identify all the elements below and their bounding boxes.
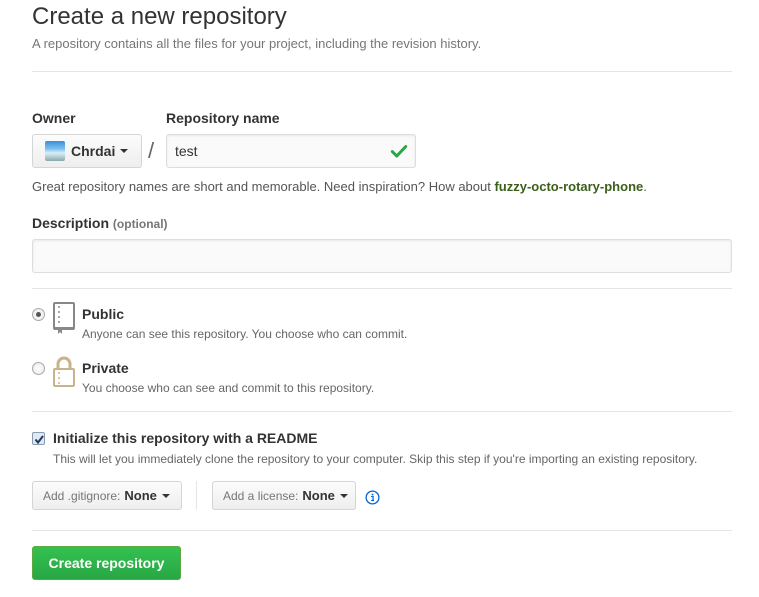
private-radio[interactable] [32,362,45,375]
info-icon[interactable] [365,490,380,505]
readme-checkbox[interactable] [32,432,45,445]
license-label: Add a license: [223,488,299,503]
name-suggestion-link[interactable]: fuzzy-octo-rotary-phone [494,179,643,194]
chevron-down-icon [339,493,348,498]
public-desc: Anyone can see this repository. You choo… [82,327,408,341]
description-label-text: Description [32,215,110,231]
checkmark-icon [34,435,44,445]
private-title: Private [82,360,129,376]
page-title: Create a new repository [32,3,287,30]
repo-name-input[interactable] [166,134,416,168]
owner-repo-separator: / [148,138,155,163]
check-icon [390,145,408,158]
repo-name-hint: Great repository names are short and mem… [32,179,647,194]
repo-name-label: Repository name [166,110,280,126]
public-radio[interactable] [32,308,45,321]
divider [32,411,732,412]
divider [32,71,732,72]
owner-label: Owner [32,110,76,126]
divider [32,288,732,289]
gitignore-value: None [124,488,157,503]
readme-desc: This will let you immediately clone the … [53,452,698,466]
user-avatar [45,141,65,161]
gitignore-select-button[interactable]: Add .gitignore: None [32,481,182,510]
optional-tag: (optional) [112,217,168,231]
owner-name: Chrdai [71,143,116,159]
public-title: Public [82,306,125,322]
description-label: Description (optional) [32,215,168,231]
readme-title: Initialize this repository with a README [53,430,318,446]
chevron-down-icon [120,149,129,153]
create-repository-button[interactable]: Create repository [32,546,181,580]
hint-suffix: . [643,179,647,194]
owner-select-button[interactable]: Chrdai [32,134,142,168]
chevron-down-icon [161,493,170,498]
private-desc: You choose who can see and commit to thi… [82,381,375,395]
lock-icon [53,356,75,387]
vertical-divider [196,481,197,510]
description-input[interactable] [32,239,732,273]
license-select-button[interactable]: Add a license: None [212,481,356,510]
divider [32,530,732,531]
gitignore-label: Add .gitignore: [43,488,121,503]
page-subtitle: A repository contains all the files for … [32,36,482,51]
hint-text: Great repository names are short and mem… [32,179,495,194]
repo-book-icon [53,302,75,334]
license-value: None [302,488,335,503]
